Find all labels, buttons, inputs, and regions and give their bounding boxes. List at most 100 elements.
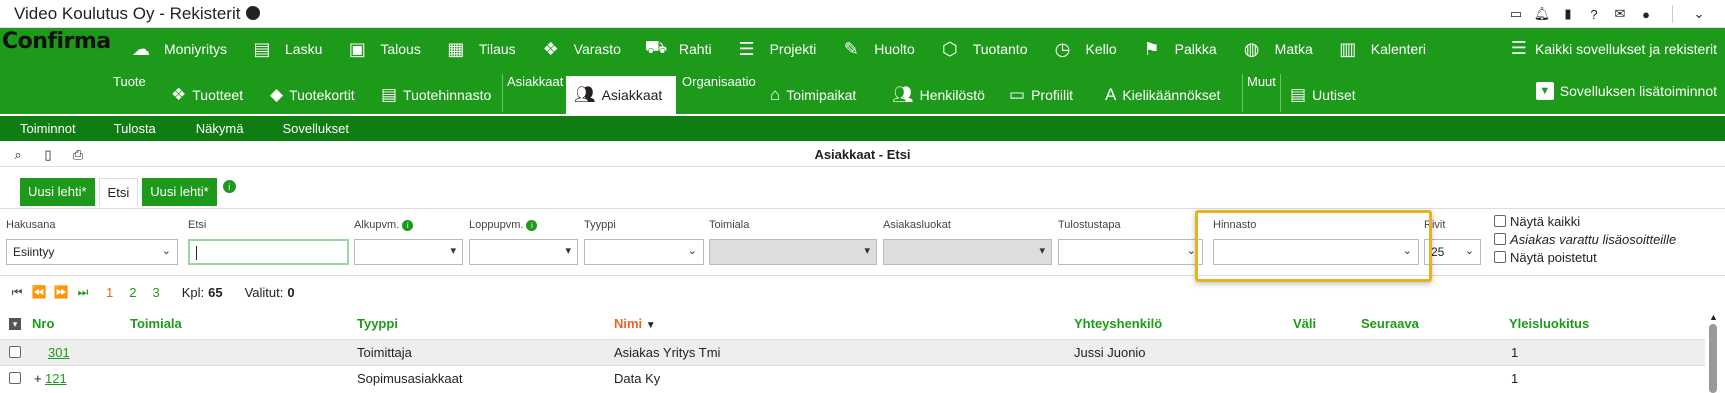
- module-palkka[interactable]: ⚑ Palkka: [1139, 36, 1239, 62]
- nayta-poistetut-option[interactable]: Näytä poistetut: [1494, 248, 1676, 266]
- column-vali[interactable]: Väli: [1293, 316, 1316, 331]
- module-varasto[interactable]: ❖ Varasto: [538, 36, 643, 62]
- page-link[interactable]: 2: [129, 285, 136, 300]
- asiakas-varattu-checkbox[interactable]: [1494, 233, 1506, 245]
- row-expand[interactable]: +: [34, 371, 42, 386]
- column-toimiala[interactable]: Toimiala: [130, 316, 182, 331]
- column-tyyppi[interactable]: Tyyppi: [357, 316, 398, 331]
- help-icon[interactable]: ?: [1586, 6, 1602, 22]
- subnav-henkilosto[interactable]: 👥︎ Henkilöstö: [884, 76, 993, 114]
- module-label: Kalenteri: [1370, 41, 1427, 57]
- module-kalenteri[interactable]: ▥ Kalenteri: [1335, 36, 1448, 62]
- alkupvm-input[interactable]: ▾: [354, 239, 463, 265]
- menu-toiminnot[interactable]: Toiminnot: [20, 116, 76, 141]
- table-row[interactable]: 301 Toimittaja Asiakas Yritys Tmi Jussi …: [0, 339, 1705, 365]
- collapse-chevron-icon[interactable]: ⌄: [1691, 6, 1707, 22]
- menu-sovellukset[interactable]: Sovellukset: [282, 116, 348, 141]
- module-tilaus[interactable]: ▦ Tilaus: [443, 36, 538, 62]
- column-nimi[interactable]: Nimi ▼: [614, 316, 656, 331]
- next-page-icon[interactable]: ⏩: [50, 281, 72, 303]
- module-bar: ☁ Moniyritys ▤ Lasku ▣ Talous ▦ Tilaus ❖ Varasto ⛟…: [128, 36, 1448, 62]
- subnav-kielikaannokset[interactable]: A Kielikäännökset: [1097, 76, 1228, 114]
- last-page-icon[interactable]: ⏭: [72, 281, 94, 303]
- translate-icon: A: [1105, 85, 1117, 104]
- rivit-select[interactable]: 25 ⌄: [1424, 239, 1481, 265]
- mail-icon[interactable]: ✉: [1612, 6, 1628, 22]
- module-rahti[interactable]: ⛟ Rahti: [643, 36, 734, 62]
- tab-uusi-lehti-2[interactable]: Uusi lehti*: [142, 178, 217, 206]
- new-document-icon[interactable]: ▯: [40, 147, 56, 163]
- module-projekti[interactable]: ☰ Projekti: [734, 36, 839, 62]
- chart-icon[interactable]: ▮: [1560, 6, 1576, 22]
- subnav-tuotehinnasto[interactable]: ▤ Tuotehinnasto: [373, 76, 499, 114]
- toimiala-select[interactable]: ▾: [709, 239, 877, 265]
- dropbox-icon: ❖: [171, 85, 187, 104]
- module-lasku[interactable]: ▤ Lasku: [249, 36, 344, 62]
- column-yleisluokitus[interactable]: Yleisluokitus: [1509, 316, 1589, 331]
- user-icon[interactable]: ●: [1638, 6, 1654, 22]
- window-icon[interactable]: ▭: [1508, 6, 1524, 22]
- row-checkbox[interactable]: [9, 346, 21, 358]
- row-nro-link[interactable]: 121: [45, 371, 67, 386]
- tab-uusi-lehti-1[interactable]: Uusi lehti*: [20, 178, 95, 206]
- confirma-logo: Confirma: [2, 29, 111, 54]
- nayta-poistetut-checkbox[interactable]: [1494, 251, 1506, 263]
- bell-icon[interactable]: 🔔︎: [1534, 6, 1551, 22]
- column-nro[interactable]: Nro: [32, 316, 54, 331]
- all-apps-button[interactable]: ☰ Kaikki sovellukset ja rekisterit: [1511, 38, 1717, 59]
- module-kello[interactable]: ◷ Kello: [1049, 36, 1138, 62]
- subnav-profiilit-label: Profiilit: [1031, 87, 1074, 103]
- info-icon[interactable]: i: [222, 180, 236, 193]
- asiakas-varattu-option[interactable]: Asiakas varattu lisäosoitteille: [1494, 230, 1676, 248]
- scrollbar-thumb[interactable]: [1709, 324, 1717, 393]
- tyyppi-label: Tyyppi: [584, 219, 616, 231]
- column-yhteyshenkilo[interactable]: Yhteyshenkilö: [1074, 316, 1162, 331]
- menu-nakyma[interactable]: Näkymä: [196, 116, 244, 141]
- module-label: Talous: [380, 41, 421, 57]
- row-nro-link[interactable]: 301: [48, 345, 70, 360]
- menu-tulosta[interactable]: Tulosta: [114, 116, 156, 141]
- page-title: Asiakkaat - Etsi: [814, 147, 911, 162]
- asiakasluokat-select[interactable]: ▾: [883, 239, 1052, 265]
- table-row[interactable]: + 121 Sopimusasiakkaat Data Ky 1: [0, 365, 1705, 391]
- info-icon[interactable]: i: [402, 220, 414, 231]
- tab-etsi[interactable]: Etsi: [98, 178, 139, 206]
- app-addons-button[interactable]: ▼ Sovelluksen lisätoiminnot: [1535, 82, 1717, 100]
- group-divider: [502, 74, 503, 112]
- module-huolto[interactable]: ✎ Huolto: [838, 36, 936, 62]
- first-page-icon[interactable]: ⏮: [6, 281, 28, 303]
- tulostustapa-select[interactable]: ⌄: [1058, 239, 1203, 265]
- column-seuraava[interactable]: Seuraava: [1361, 316, 1419, 331]
- dropdown-arrow-icon: ▾: [450, 245, 456, 257]
- subnav-asiakkaat[interactable]: 👥︎ Asiakkaat: [566, 76, 676, 114]
- print-icon[interactable]: ⎙: [70, 147, 86, 163]
- subnav-tuotekortit[interactable]: ◆ Tuotekortit: [262, 76, 363, 114]
- hakusana-select[interactable]: Esiintyy ⌄: [6, 239, 178, 265]
- row-checkbox[interactable]: [9, 372, 21, 384]
- tag-icon: ◆: [270, 85, 284, 104]
- module-label: Tuotanto: [972, 41, 1028, 57]
- module-matka[interactable]: ◍ Matka: [1239, 36, 1335, 62]
- subnav-tuotteet[interactable]: ❖ Tuotteet: [163, 76, 251, 114]
- table-scrollbar[interactable]: ▲: [1709, 312, 1719, 393]
- page-link[interactable]: 3: [152, 285, 159, 300]
- subnav-uutiset[interactable]: ▤ Uutiset: [1282, 76, 1364, 114]
- module-label: Huolto: [874, 41, 915, 57]
- scroll-up-icon[interactable]: ▲: [1709, 312, 1718, 322]
- subnav-toimipaikat[interactable]: ⌂ Toimipaikat: [762, 76, 864, 114]
- nayta-kaikki-checkbox[interactable]: [1494, 215, 1506, 227]
- loppupvm-input[interactable]: ▾: [469, 239, 578, 265]
- tyyppi-select[interactable]: ⌄: [584, 239, 704, 265]
- module-talous[interactable]: ▣ Talous: [344, 36, 442, 62]
- previous-page-icon[interactable]: ⏪: [28, 281, 50, 303]
- subnav-profiilit[interactable]: ▭ Profiilit: [1001, 76, 1081, 114]
- search-icon[interactable]: ⌕: [10, 147, 26, 163]
- info-icon[interactable]: i: [526, 220, 538, 231]
- module-moniyritys[interactable]: ☁ Moniyritys: [128, 36, 249, 62]
- loppupvm-label-text: Loppupvm.: [469, 219, 524, 231]
- module-tuotanto[interactable]: ⬡ Tuotanto: [937, 36, 1050, 62]
- page-link[interactable]: 1: [106, 285, 113, 300]
- select-all-checkbox[interactable]: ▾: [9, 318, 21, 330]
- nayta-kaikki-option[interactable]: Näytä kaikki: [1494, 212, 1676, 230]
- etsi-input[interactable]: [188, 239, 349, 265]
